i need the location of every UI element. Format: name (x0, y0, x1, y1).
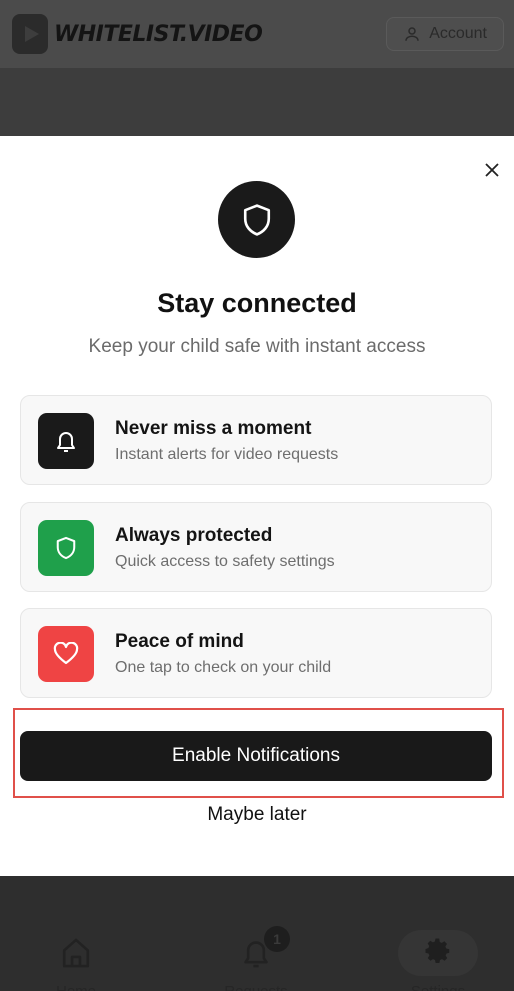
requests-badge: 1 (264, 926, 290, 952)
modal-subtitle: Keep your child safe with instant access (88, 336, 426, 357)
maybe-later-button[interactable]: Maybe later (0, 804, 514, 826)
app-subheader (0, 68, 514, 136)
shield-icon (38, 520, 94, 576)
nav-home[interactable]: Home (36, 936, 116, 991)
logo-icon (12, 14, 48, 54)
feature-card-peace: Peace of mind One tap to check on your c… (20, 608, 492, 698)
logo[interactable]: WHITELIST.VIDEO (12, 14, 263, 54)
bell-icon (38, 413, 94, 469)
home-icon (62, 938, 90, 968)
feature-card-protected: Always protected Quick access to safety … (20, 502, 492, 592)
gear-icon (425, 938, 450, 963)
enable-notifications-button[interactable]: Enable Notifications (20, 731, 492, 781)
logo-text: WHITELIST.VIDEO (54, 21, 263, 47)
nav-label: Home (36, 983, 116, 991)
feature-subtitle: One tap to check on your child (115, 659, 332, 676)
user-icon (405, 27, 419, 41)
app-header: WHITELIST.VIDEO Account (0, 0, 514, 68)
notification-modal: Stay connected Keep your child safe with… (0, 136, 514, 876)
nav-settings[interactable]: Settings (398, 936, 478, 991)
shield-hero-icon (218, 181, 295, 258)
nav-label: Settings (398, 983, 478, 991)
nav-label: Requests (216, 983, 296, 991)
modal-title: Stay connected (157, 288, 357, 318)
feature-title: Always protected (115, 525, 273, 546)
close-button[interactable] (480, 158, 504, 182)
account-label: Account (429, 25, 487, 42)
feature-subtitle: Instant alerts for video requests (115, 446, 339, 463)
account-button[interactable]: Account (386, 17, 504, 51)
feature-title: Never miss a moment (115, 418, 312, 439)
heart-icon (38, 626, 94, 682)
feature-card-alerts: Never miss a moment Instant alerts for v… (20, 395, 492, 485)
feature-title: Peace of mind (115, 631, 244, 652)
feature-subtitle: Quick access to safety settings (115, 553, 335, 570)
close-icon (485, 163, 499, 177)
bottom-nav: Home Requests Settings (0, 876, 514, 991)
